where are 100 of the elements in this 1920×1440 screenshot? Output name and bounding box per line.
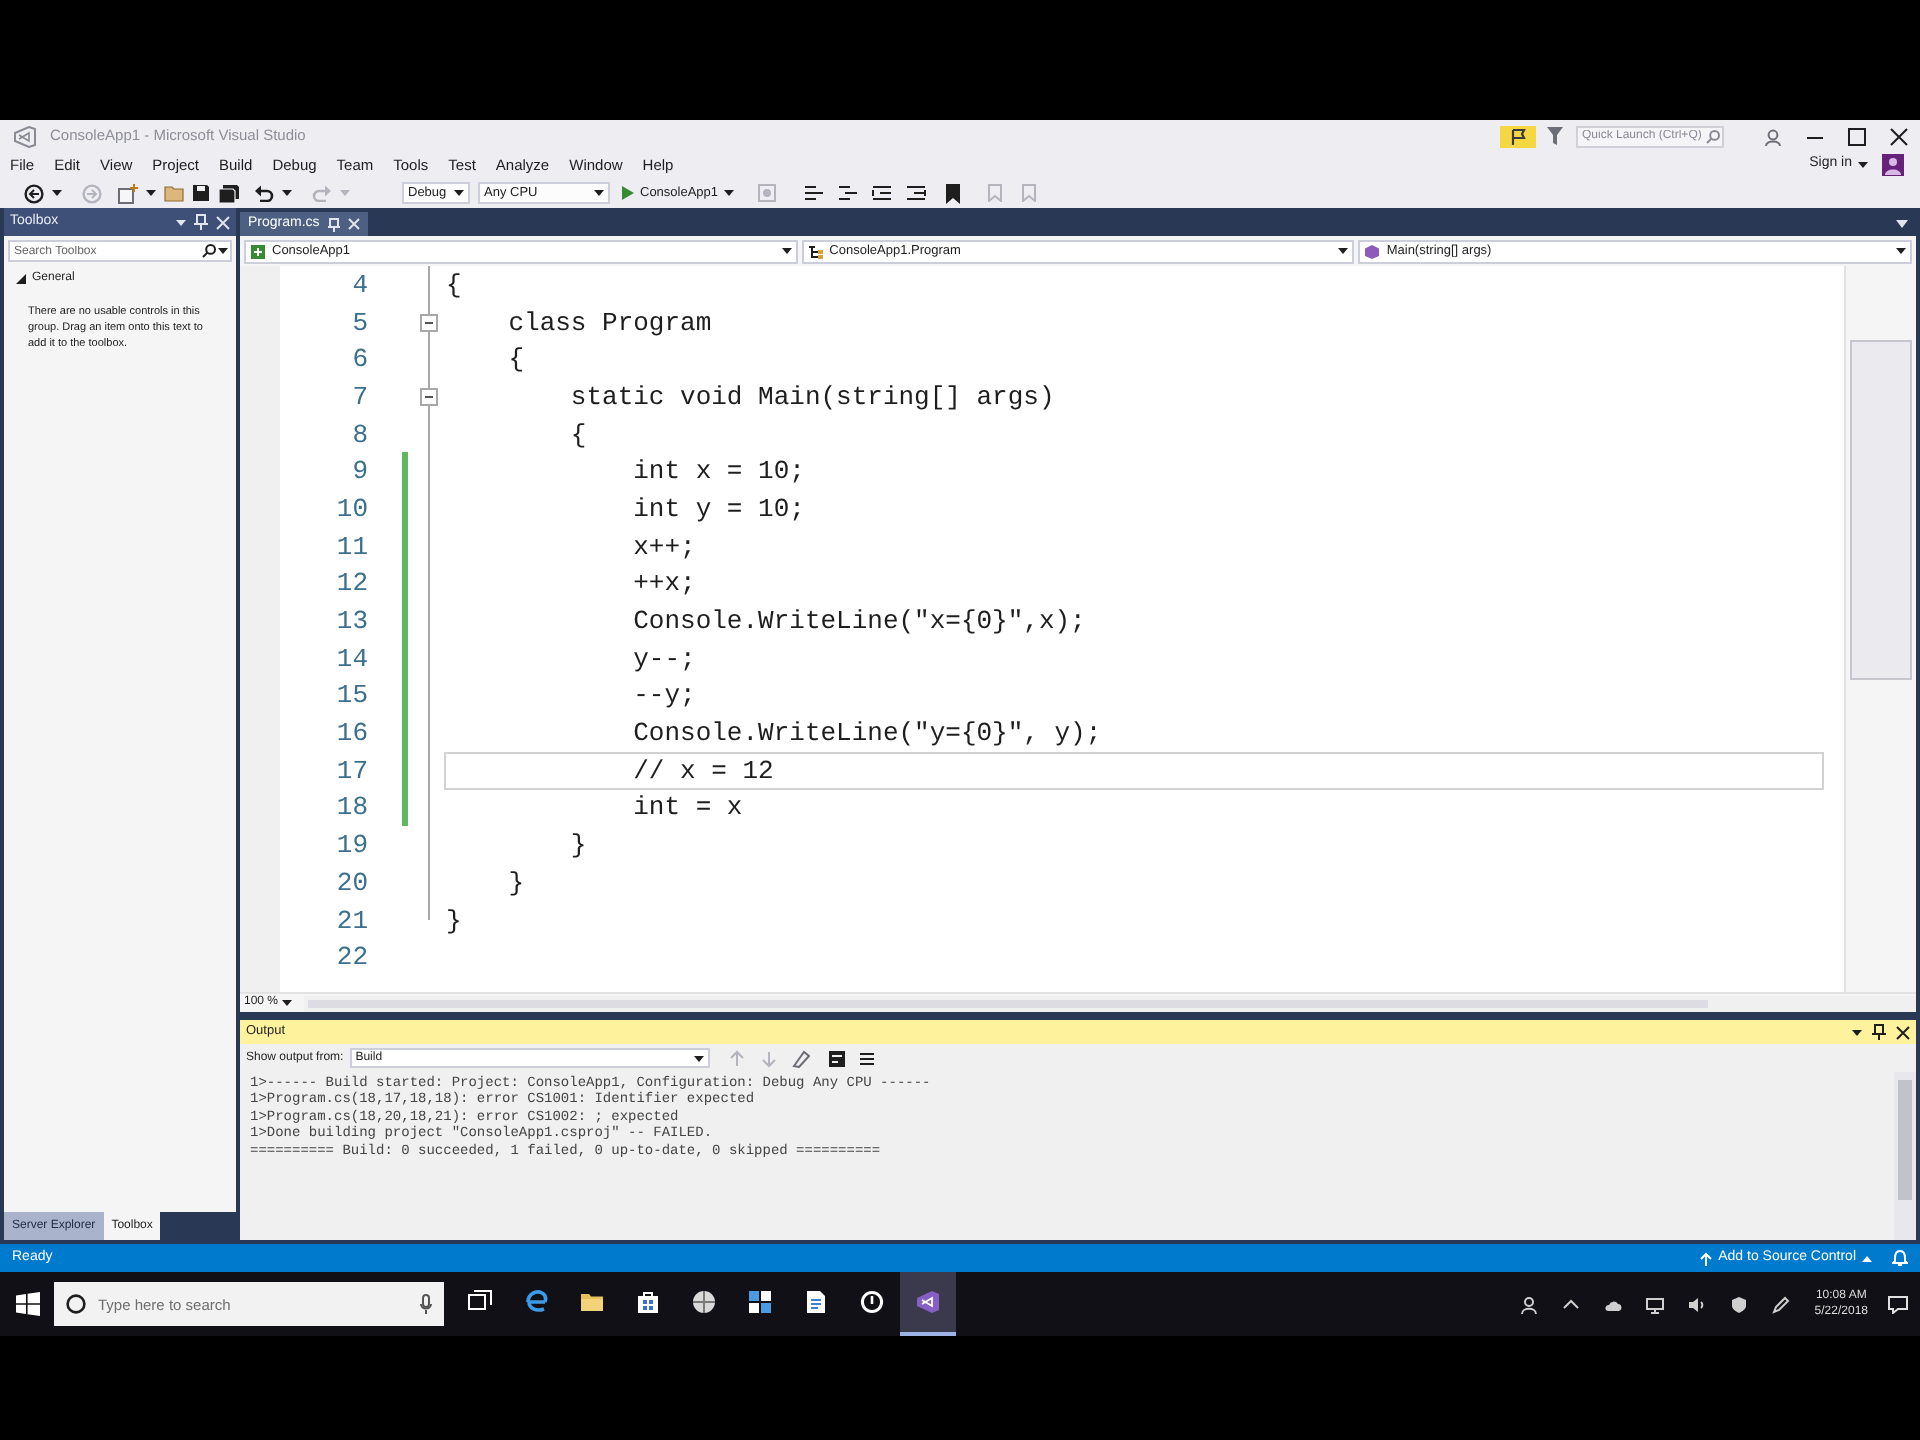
scrollbar-thumb[interactable] [1898, 1080, 1912, 1200]
code-line: Console.WriteLine("y={0}", y); [633, 720, 1102, 747]
vertical-scrollbar[interactable] [1894, 1072, 1916, 1240]
lines-icon[interactable] [857, 1049, 876, 1067]
code-line: // x = 12 [633, 757, 774, 784]
code-line: Console.WriteLine("x={0}",x); [633, 608, 1086, 635]
line-number: 16 [336, 720, 368, 747]
caret-icon [1858, 162, 1868, 168]
task-view-icon [468, 1290, 492, 1314]
folder-icon[interactable] [164, 184, 184, 202]
bookmark-icon[interactable] [946, 183, 961, 203]
line-number: 22 [336, 944, 368, 971]
outdent-icon[interactable] [906, 184, 927, 202]
line-number: 17 [336, 757, 368, 784]
code-line: class Program [508, 309, 712, 336]
code-line: int y = 10; [633, 495, 805, 522]
play-icon [622, 186, 634, 200]
caret-icon [693, 1055, 704, 1061]
line-number: 7 [352, 383, 368, 410]
line-number: 14 [336, 645, 368, 672]
eraser-icon[interactable] [791, 1049, 810, 1067]
horizontal-scrollbar[interactable] [304, 995, 1916, 1011]
power-icon [860, 1290, 884, 1314]
caret-icon [282, 1000, 293, 1006]
document-icon [804, 1290, 828, 1314]
caret-icon [1862, 1255, 1872, 1261]
save-all-icon[interactable] [218, 183, 240, 203]
maximize-icon[interactable] [1848, 127, 1866, 145]
line-number: 8 [352, 421, 368, 448]
line-number: 19 [336, 832, 368, 859]
caret-icon [724, 190, 735, 196]
pen-icon[interactable] [1772, 1295, 1791, 1313]
line-number: 20 [336, 869, 368, 896]
account-icon[interactable] [1882, 154, 1904, 176]
chevron-up-icon[interactable] [1562, 1295, 1581, 1313]
collapse-icon[interactable] [420, 387, 438, 406]
caret-icon [340, 190, 350, 196]
save-icon[interactable] [192, 184, 210, 202]
line-number: 12 [336, 570, 368, 597]
line-number: 11 [336, 533, 368, 560]
code-line: } [570, 832, 587, 859]
align-left-icon[interactable] [804, 184, 825, 202]
line-number: 13 [336, 608, 368, 635]
caret-icon[interactable] [1896, 218, 1908, 230]
caret-icon [781, 248, 792, 254]
person-icon[interactable] [1520, 1295, 1539, 1313]
caret-icon [282, 190, 292, 196]
text-block-icon[interactable] [827, 1049, 846, 1067]
browser-icon [524, 1290, 548, 1314]
app-logo-icon [916, 1290, 940, 1314]
new-file-icon[interactable] [118, 183, 138, 203]
app-logo-icon [14, 125, 36, 147]
volume-icon[interactable] [1688, 1295, 1707, 1313]
caret-icon [1338, 248, 1349, 254]
line-number: 6 [352, 346, 368, 373]
circle-icon [66, 1294, 86, 1314]
shopping-bag-icon [636, 1290, 660, 1314]
vertical-scrollbar[interactable] [1844, 266, 1916, 992]
flag-icon[interactable] [1500, 125, 1536, 147]
microphone-icon [420, 1294, 432, 1314]
code-line: int x = 10; [633, 458, 805, 485]
code-line: --y; [633, 682, 696, 709]
caret-icon [218, 248, 228, 254]
caret-icon [52, 190, 62, 196]
close-icon[interactable] [1890, 127, 1908, 145]
bell-icon[interactable] [1892, 1250, 1908, 1266]
search-icon [1706, 129, 1720, 143]
staggered-lines-icon[interactable] [838, 184, 859, 202]
expanded-caret-icon[interactable] [16, 274, 26, 284]
caret-icon [1896, 248, 1907, 254]
code-line: x++; [633, 533, 696, 560]
search-icon [202, 244, 216, 258]
monitor-icon[interactable] [1646, 1295, 1665, 1313]
code-line: } [446, 907, 462, 934]
caret-icon [454, 190, 464, 196]
code-line: int = x [633, 794, 743, 821]
line-number: 15 [336, 682, 368, 709]
filter-icon[interactable] [1546, 126, 1564, 146]
line-number: 5 [352, 309, 368, 336]
windows-logo-icon[interactable] [16, 1292, 40, 1316]
shield-icon[interactable] [1730, 1295, 1749, 1313]
collapse-icon[interactable] [420, 313, 438, 332]
caret-icon [594, 190, 604, 196]
line-number: 21 [336, 907, 368, 934]
back-icon[interactable] [24, 183, 44, 203]
globe-icon [692, 1290, 716, 1314]
code-line: ++x; [633, 570, 696, 597]
speech-bubble-icon[interactable] [1888, 1295, 1908, 1313]
undo-icon[interactable] [254, 184, 274, 202]
code-line: } [508, 869, 525, 896]
tree-icon [807, 243, 824, 259]
close-icon[interactable] [1896, 1025, 1910, 1039]
square-dot-icon[interactable] [758, 184, 777, 202]
scrollbar-thumb[interactable] [1850, 340, 1912, 680]
up-arrow-icon [1700, 1251, 1713, 1265]
caret-icon [1852, 1029, 1862, 1035]
plus-square-icon [250, 243, 266, 259]
pin-icon[interactable] [1872, 1024, 1886, 1040]
indent-icon[interactable] [872, 184, 893, 202]
caret-icon [146, 190, 156, 196]
